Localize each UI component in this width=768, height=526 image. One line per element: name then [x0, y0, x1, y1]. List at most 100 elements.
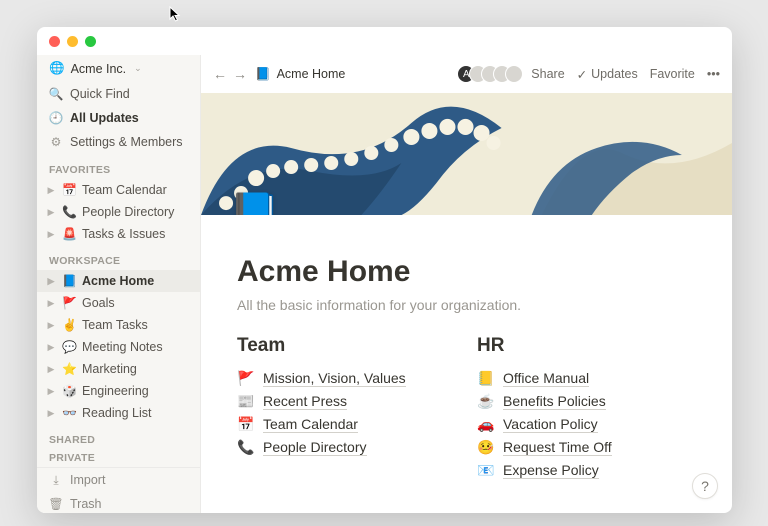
page-emoji-icon: 🤒: [477, 439, 495, 456]
sidebar-item-acme-home[interactable]: ▶ 📘 Acme Home: [37, 270, 200, 292]
page-emoji-icon: 📅: [237, 416, 255, 433]
workspace-switcher[interactable]: 🌐 Acme Inc. ⌄: [37, 55, 200, 82]
page-link-label: People Directory: [263, 439, 367, 456]
page-emoji-icon: 📅: [62, 181, 77, 199]
trash-button[interactable]: 🗑 Trash: [37, 492, 200, 513]
updates-button[interactable]: ✓ Updates: [577, 67, 638, 82]
sidebar-item-team-tasks[interactable]: ▶✌️Team Tasks: [37, 314, 200, 336]
disclosure-triangle-icon[interactable]: ▶: [45, 294, 57, 312]
disclosure-triangle-icon[interactable]: ▶: [45, 404, 57, 422]
disclosure-triangle-icon[interactable]: ▶: [45, 272, 57, 290]
sidebar-item-engineering[interactable]: ▶🎲Engineering: [37, 380, 200, 402]
sidebar-item-label: People Directory: [82, 203, 194, 221]
page-link-label: Recent Press: [263, 393, 347, 410]
help-button[interactable]: ?: [692, 473, 718, 499]
sidebar-item-meeting-notes[interactable]: ▶ 💬 Meeting Notes: [37, 336, 200, 358]
page-link-vacation-policy[interactable]: 🚗Vacation Policy: [477, 413, 677, 436]
sidebar: 🌐 Acme Inc. ⌄ 🔍 Quick Find 🕘 All Updates…: [37, 55, 201, 513]
page-link-label: Mission, Vision, Values: [263, 370, 406, 387]
minimize-window-button[interactable]: [67, 36, 78, 47]
import-button[interactable]: ⤓ Import: [37, 468, 200, 492]
page-emoji-icon: 💬: [62, 338, 77, 356]
page-link-expense-policy[interactable]: 📧Expense Policy: [477, 459, 677, 482]
all-updates-label: All Updates: [70, 109, 139, 127]
presence-avatars[interactable]: A: [457, 65, 523, 83]
private-header: PRIVATE: [37, 449, 200, 467]
sidebar-item-goals[interactable]: ▶ 🚩 Goals: [37, 292, 200, 314]
nav-arrows: ← →: [213, 66, 247, 82]
page-emoji-icon: 🚩: [62, 294, 77, 312]
sidebar-item-label: Engineering: [82, 382, 194, 400]
sidebar-item-label: Meeting Notes: [82, 338, 194, 356]
page-link-team-calendar[interactable]: 📅 Team Calendar: [237, 413, 437, 436]
page-link-people-directory[interactable]: 📞 People Directory: [237, 436, 437, 459]
disclosure-triangle-icon[interactable]: ▶: [45, 360, 57, 378]
import-label: Import: [70, 471, 105, 489]
check-icon: ✓: [577, 67, 587, 82]
favorite-button[interactable]: Favorite: [650, 67, 695, 81]
workspace-header: WORKSPACE: [37, 245, 200, 270]
disclosure-triangle-icon[interactable]: ▶: [45, 203, 57, 221]
sidebar-item-reading-list[interactable]: ▶👓Reading List: [37, 402, 200, 424]
window-controls: [49, 36, 96, 47]
page-link-benefits-policies[interactable]: ☕ Benefits Policies: [477, 390, 677, 413]
column-team: Team 🚩 Mission, Vision, Values 📰 Recent Pres…: [237, 335, 437, 482]
search-icon: 🔍: [49, 85, 63, 103]
import-icon: ⤓: [49, 471, 63, 489]
zoom-window-button[interactable]: [85, 36, 96, 47]
sidebar-item-tasks-issues[interactable]: ▶🚨Tasks & Issues: [37, 223, 200, 245]
trash-label: Trash: [70, 495, 102, 513]
updates-label: Updates: [591, 67, 638, 81]
page-emoji-icon: ☕: [477, 393, 495, 410]
cover-image[interactable]: 📘: [201, 93, 732, 215]
page-emoji-icon: 🚩: [237, 370, 255, 387]
page-link-label: Office Manual: [503, 370, 589, 387]
trash-icon: 🗑: [49, 495, 63, 513]
all-updates-button[interactable]: 🕘 All Updates: [37, 106, 200, 130]
column-heading: Team: [237, 335, 437, 357]
disclosure-triangle-icon[interactable]: ▶: [45, 382, 57, 400]
page-emoji-icon: 📞: [62, 203, 77, 221]
forward-button[interactable]: →: [233, 66, 247, 82]
page-link-label: Team Calendar: [263, 416, 358, 433]
page-emoji-icon: 🚗: [477, 416, 495, 433]
settings-members-button[interactable]: ⚙︎ Settings & Members: [37, 130, 200, 154]
page-link-mission-vision-values[interactable]: 🚩 Mission, Vision, Values: [237, 367, 437, 390]
back-button[interactable]: ←: [213, 66, 227, 82]
clock-icon: 🕘: [49, 109, 63, 127]
disclosure-triangle-icon[interactable]: ▶: [45, 225, 57, 243]
page-link-label: Request Time Off: [503, 439, 612, 456]
page-emoji-icon: 👓: [62, 404, 77, 422]
settings-members-label: Settings & Members: [70, 133, 183, 151]
page-emoji-icon: 📰: [237, 393, 255, 410]
breadcrumb[interactable]: 📘 Acme Home: [255, 67, 345, 82]
close-window-button[interactable]: [49, 36, 60, 47]
page-link-request-time-off[interactable]: 🤒 Request Time Off: [477, 436, 677, 459]
page-icon[interactable]: 📘: [229, 189, 281, 215]
sidebar-item-marketing[interactable]: ▶⭐Marketing: [37, 358, 200, 380]
page-link-recent-press[interactable]: 📰 Recent Press: [237, 390, 437, 413]
app-window: 🌐 Acme Inc. ⌄ 🔍 Quick Find 🕘 All Updates…: [37, 27, 732, 513]
disclosure-triangle-icon[interactable]: ▶: [45, 338, 57, 356]
sidebar-item-label: Goals: [82, 294, 194, 312]
sidebar-item-team-calendar[interactable]: ▶📅Team Calendar: [37, 179, 200, 201]
page-emoji-icon: 📞: [237, 439, 255, 456]
shared-header: SHARED: [37, 424, 200, 449]
titlebar: [37, 27, 732, 55]
sidebar-item-label: Acme Home: [82, 272, 194, 290]
sidebar-item-people-directory[interactable]: ▶ 📞 People Directory: [37, 201, 200, 223]
page-link-label: Benefits Policies: [503, 393, 606, 410]
more-menu-button[interactable]: •••: [707, 67, 720, 81]
breadcrumb-icon: 📘: [255, 67, 271, 82]
share-button[interactable]: Share: [531, 67, 564, 81]
column-heading: HR: [477, 335, 677, 357]
page-link-label: Expense Policy: [503, 462, 599, 479]
os-cursor: [169, 6, 183, 24]
disclosure-triangle-icon[interactable]: ▶: [45, 316, 57, 334]
page-emoji-icon: ✌️: [62, 316, 77, 334]
page-emoji-icon: 📘: [62, 272, 77, 290]
page-link-office-manual[interactable]: 📒Office Manual: [477, 367, 677, 390]
quick-find-button[interactable]: 🔍 Quick Find: [37, 82, 200, 106]
disclosure-triangle-icon[interactable]: ▶: [45, 181, 57, 199]
page-title: Acme Home: [237, 255, 696, 289]
